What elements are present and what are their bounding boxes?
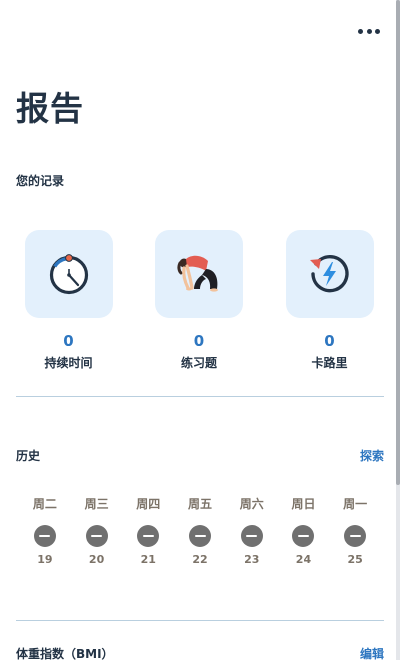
history-day[interactable]: 周一 25: [329, 495, 381, 566]
day-name: 周三: [84, 497, 109, 511]
page-title: 报告: [16, 89, 84, 128]
history-title: 历史: [16, 449, 41, 463]
minus-icon: [142, 534, 154, 538]
records-stats: 0 持续时间 0 练习题 0 卡路里: [16, 230, 382, 371]
minus-icon: [39, 534, 51, 538]
minus-icon: [246, 534, 258, 538]
history-day[interactable]: 周六 23: [226, 495, 278, 566]
day-name: 周日: [291, 497, 316, 511]
stat-calories[interactable]: 0 卡路里: [277, 230, 382, 371]
history-day[interactable]: 周三 20: [71, 495, 123, 566]
history-week: 周二 19 周三 20 周四 21 周五 22 周六 23 周日 24 周一 2…: [19, 495, 381, 566]
more-icon: [375, 28, 380, 34]
day-name: 周六: [239, 497, 264, 511]
day-status-dot[interactable]: [292, 525, 315, 547]
day-status-dot[interactable]: [33, 525, 56, 547]
yoga-pose-icon: [177, 255, 218, 292]
history-day[interactable]: 周日 24: [278, 495, 330, 566]
section-divider: [16, 620, 384, 621]
report-screen: 报告 您的记录 0 持续时间 0 练习题 0 卡路里 历史 探索 周二 19 周…: [0, 0, 400, 660]
day-status-dot[interactable]: [240, 525, 263, 547]
edit-link[interactable]: 编辑: [360, 645, 384, 660]
explore-link[interactable]: 探索: [360, 447, 384, 464]
scrollbar[interactable]: [396, 0, 400, 660]
stat-value: 0: [324, 332, 335, 350]
day-name: 周一: [343, 497, 368, 511]
day-status-dot[interactable]: [189, 525, 212, 547]
stat-value: 0: [63, 332, 74, 350]
day-status-dot[interactable]: [85, 525, 108, 547]
day-date: 20: [88, 553, 105, 566]
more-options-button[interactable]: [358, 22, 380, 40]
day-date: 21: [140, 553, 156, 566]
day-status-dot[interactable]: [344, 525, 367, 547]
stat-card[interactable]: [285, 230, 374, 318]
day-date: 23: [244, 553, 260, 566]
stat-exercises[interactable]: 0 练习题: [147, 230, 252, 371]
day-date: 19: [37, 553, 53, 566]
stat-label: 持续时间: [44, 356, 93, 370]
more-icon: [358, 28, 363, 34]
more-icon: [366, 28, 372, 34]
day-name: 周四: [136, 497, 161, 511]
history-day[interactable]: 周四 21: [122, 495, 174, 566]
day-name: 周五: [188, 497, 213, 511]
day-date: 22: [192, 553, 208, 566]
day-name: 周二: [32, 497, 57, 511]
stat-value: 0: [193, 332, 205, 350]
history-day[interactable]: 周二 19: [19, 495, 71, 566]
day-date: 24: [295, 553, 312, 566]
section-divider: [16, 396, 384, 397]
minus-icon: [297, 534, 309, 538]
minus-icon: [194, 534, 206, 538]
day-status-dot[interactable]: [137, 525, 160, 547]
day-date: 25: [347, 553, 363, 566]
calorie-burn-icon: [309, 254, 349, 293]
records-section-label: 您的记录: [16, 174, 65, 188]
scrollbar-thumb[interactable]: [396, 0, 400, 485]
stat-card[interactable]: [24, 230, 113, 318]
minus-icon: [91, 534, 103, 538]
stat-duration[interactable]: 0 持续时间: [16, 230, 121, 371]
history-day[interactable]: 周五 22: [174, 495, 226, 566]
stat-card[interactable]: [155, 230, 243, 318]
bmi-section-title: 体重指数（BMI）: [16, 647, 114, 660]
minus-icon: [349, 534, 361, 538]
stat-label: 练习题: [180, 356, 217, 370]
stat-label: 卡路里: [311, 356, 348, 370]
stopwatch-icon: [49, 254, 88, 295]
